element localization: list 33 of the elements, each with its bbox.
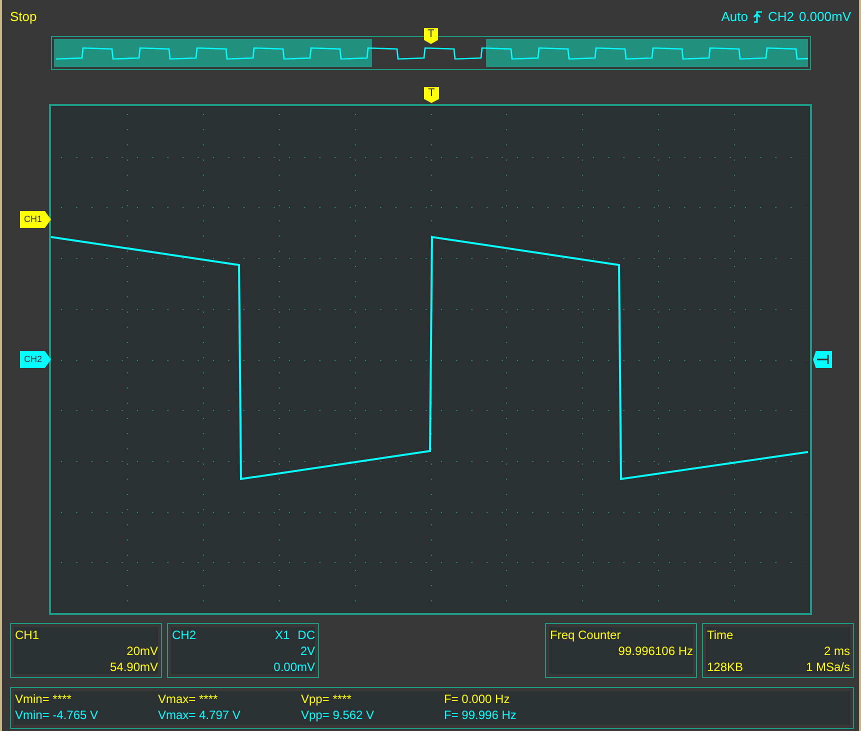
volts-per-div: 20mV — [126, 643, 158, 659]
coupling-mode: DC — [298, 627, 315, 643]
memory-depth: 128KB — [707, 659, 744, 675]
trigger-source: CH2 — [768, 8, 794, 26]
trigger-marker: T — [424, 87, 439, 103]
panel-title: Time — [707, 627, 734, 643]
sample-rate: 1 MSa/s — [806, 659, 850, 675]
measurement-value: Vmin= -4.765 V — [15, 707, 100, 723]
trigger-mode: Auto — [721, 8, 748, 26]
rising-edge-icon — [752, 10, 763, 24]
channel-marker[interactable]: CH2 — [20, 351, 51, 368]
panel-title: Freq Counter — [550, 627, 621, 643]
frequency-value: 99.996106 Hz — [618, 643, 693, 659]
time-per-div: 2 ms — [824, 643, 850, 659]
run-status: Stop — [10, 8, 37, 26]
measurement-value: Vpp= **** — [301, 691, 352, 707]
channel-marker[interactable]: CH1 — [20, 211, 51, 228]
measurement-value: Vmin= **** — [15, 691, 72, 707]
channel-offset: 54.90mV — [110, 659, 158, 675]
level-line-icon — [816, 355, 828, 364]
channel-offset: 0.00mV — [274, 659, 315, 675]
trigger-level: 0.000mV — [798, 8, 851, 26]
channel-name: CH2 — [172, 627, 196, 643]
probe-factor: X1 — [274, 627, 290, 643]
measurement-value: F= 0.000 Hz — [444, 691, 511, 707]
volts-per-div: 2V — [300, 643, 315, 659]
trigger-level-marker[interactable] — [813, 351, 832, 368]
measurement-value: Vmax= 4.797 V — [158, 707, 242, 723]
channel-name: CH1 — [15, 627, 40, 643]
measurement-value: Vpp= 9.562 V — [301, 707, 376, 723]
trigger-marker: T — [424, 28, 438, 44]
measurement-value: F= 99.996 Hz — [444, 707, 518, 723]
measurement-value: Vmax= **** — [158, 691, 219, 707]
